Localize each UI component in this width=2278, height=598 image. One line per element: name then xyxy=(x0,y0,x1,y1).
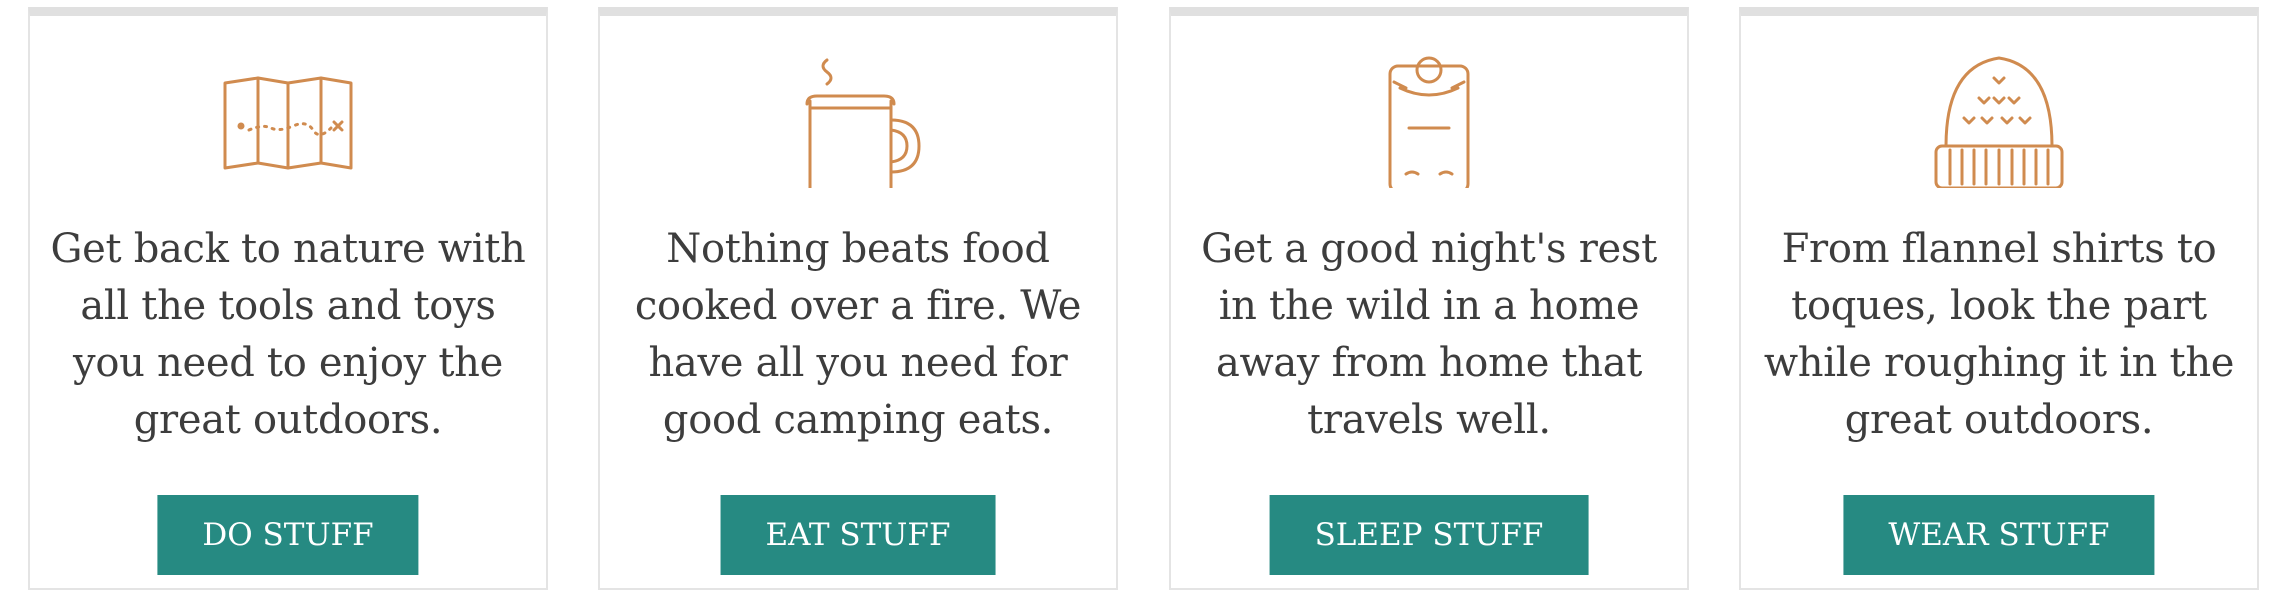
mug-icon xyxy=(783,38,933,188)
card-description: Get a good night's rest in the wild in a… xyxy=(1201,226,1657,443)
toque-icon xyxy=(1924,38,2074,188)
eat-stuff-button[interactable]: EAT STUFF xyxy=(720,495,996,575)
card-description: Get back to nature with all the tools an… xyxy=(50,226,526,443)
do-stuff-button[interactable]: DO STUFF xyxy=(157,495,419,575)
map-icon xyxy=(213,38,363,188)
category-card-do: Get back to nature with all the tools an… xyxy=(28,7,548,590)
wear-stuff-button[interactable]: WEAR STUFF xyxy=(1843,495,2155,575)
card-description: Nothing beats food cooked over a fire. W… xyxy=(634,226,1082,443)
card-description: From flannel shirts to toques, look the … xyxy=(1763,226,2235,443)
category-card-eat: Nothing beats food cooked over a fire. W… xyxy=(598,7,1118,590)
sleeping-bag-icon xyxy=(1354,38,1504,188)
category-card-sleep: Get a good night's rest in the wild in a… xyxy=(1169,7,1689,590)
sleep-stuff-button[interactable]: SLEEP STUFF xyxy=(1269,495,1589,575)
category-card-wear: From flannel shirts to toques, look the … xyxy=(1739,7,2259,590)
